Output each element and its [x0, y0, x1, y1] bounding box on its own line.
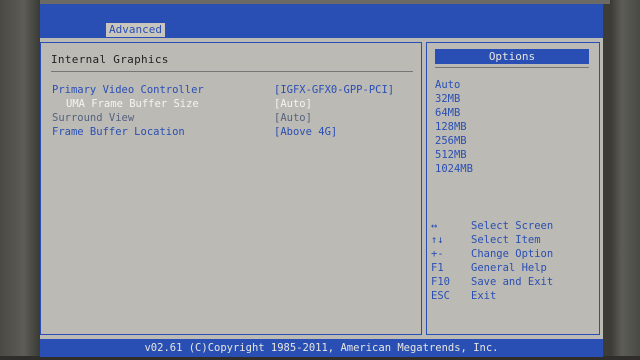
- help-text: Exit: [471, 290, 497, 302]
- option-item[interactable]: Auto: [435, 78, 460, 92]
- option-item[interactable]: 256MB: [435, 134, 467, 148]
- options-panel: Options Auto 32MB 64MB 128MB 256MB 512MB…: [426, 42, 600, 335]
- option-item[interactable]: 512MB: [435, 148, 467, 162]
- settings-panel: Internal Graphics Primary Video Controll…: [40, 42, 422, 335]
- setting-label: Surround View: [52, 112, 135, 124]
- section-title: Internal Graphics: [51, 53, 169, 66]
- option-item[interactable]: 64MB: [435, 106, 460, 120]
- help-text: Change Option: [471, 248, 554, 260]
- option-item[interactable]: 128MB: [435, 120, 467, 134]
- f1-key: F1: [431, 262, 444, 274]
- tab-advanced[interactable]: Advanced: [106, 23, 165, 37]
- help-text: Select Item: [471, 234, 541, 246]
- help-text: Select Screen: [471, 220, 554, 232]
- bios-screen: Advanced Internal Graphics Primary Video…: [40, 4, 603, 357]
- copyright-footer: v02.61 (C)Copyright 1985-2011, American …: [40, 339, 603, 357]
- monitor-bezel-left: [0, 0, 40, 360]
- help-text: General Help: [471, 262, 547, 274]
- setting-label: UMA Frame Buffer Size: [66, 98, 199, 110]
- bios-top-bar: Advanced: [40, 4, 603, 38]
- option-item[interactable]: 32MB: [435, 92, 460, 106]
- esc-key: ESC: [431, 290, 450, 302]
- setting-value[interactable]: [Above 4G]: [274, 125, 337, 139]
- section-divider: [51, 71, 413, 72]
- setting-surround-view[interactable]: Surround View [Auto]: [41, 111, 421, 125]
- setting-frame-buffer-location[interactable]: Frame Buffer Location [Above 4G]: [41, 125, 421, 139]
- setting-value[interactable]: [Auto]: [274, 97, 312, 111]
- plus-minus-key: +-: [431, 248, 444, 260]
- arrow-up-down-icon: ↑↓: [431, 234, 444, 246]
- options-header: Options: [435, 49, 589, 64]
- help-text: Save and Exit: [471, 276, 554, 288]
- setting-value[interactable]: [Auto]: [274, 111, 312, 125]
- setting-uma-frame-buffer-size[interactable]: UMA Frame Buffer Size [Auto]: [41, 97, 421, 111]
- setting-primary-video-controller[interactable]: Primary Video Controller [IGFX-GFX0-GPP-…: [41, 83, 421, 97]
- setting-label: Frame Buffer Location: [52, 126, 185, 138]
- monitor-bezel-right: [610, 0, 640, 360]
- f10-key: F10: [431, 276, 450, 288]
- setting-value[interactable]: [IGFX-GFX0-GPP-PCI]: [274, 83, 394, 97]
- setting-label: Primary Video Controller: [52, 84, 204, 96]
- arrow-left-right-icon: ↔: [431, 220, 438, 232]
- option-item[interactable]: 1024MB: [435, 162, 473, 176]
- options-divider: [435, 67, 589, 68]
